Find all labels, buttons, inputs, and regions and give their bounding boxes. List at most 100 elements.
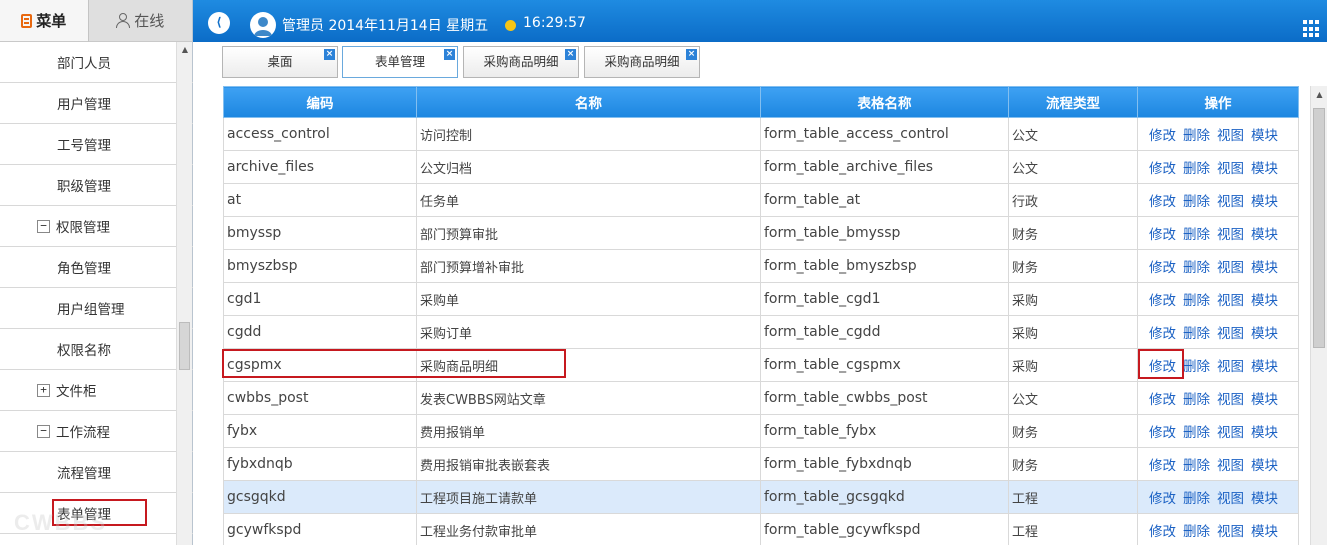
edit-link[interactable]: 修改 [1149,491,1176,507]
table-row[interactable]: at 任务单 form_table_at 行政 修改 删除 视图 模块 [223,183,1299,217]
edit-link[interactable]: 修改 [1149,326,1176,342]
delete-link[interactable]: 删除 [1183,326,1210,342]
table-row[interactable]: fybx 费用报销单 form_table_fybx 财务 修改 删除 视图 模块 [223,414,1299,448]
delete-link[interactable]: 删除 [1183,194,1210,210]
view-link[interactable]: 视图 [1217,524,1244,540]
view-link[interactable]: 视图 [1217,392,1244,408]
module-link[interactable]: 模块 [1251,326,1278,342]
page-tab[interactable]: 采购商品明细 × [584,46,700,78]
close-tab-icon[interactable]: × [686,49,697,60]
column-header-flow-type[interactable]: 流程类型 [1008,86,1138,118]
delete-link[interactable]: 删除 [1183,359,1210,375]
sidebar-item[interactable]: 用户管理 [0,83,193,124]
scroll-up-arrow-icon[interactable]: ▲ [177,42,193,58]
sidebar-scroll-thumb[interactable] [179,322,190,370]
view-link[interactable]: 视图 [1217,458,1244,474]
module-link[interactable]: 模块 [1251,260,1278,276]
delete-link[interactable]: 删除 [1183,260,1210,276]
view-link[interactable]: 视图 [1217,260,1244,276]
edit-link[interactable]: 修改 [1149,128,1176,144]
column-header-code[interactable]: 编码 [223,86,417,118]
collapse-sidebar-button[interactable]: ⟨ [208,12,230,34]
module-link[interactable]: 模块 [1251,293,1278,309]
module-link[interactable]: 模块 [1251,425,1278,441]
delete-link[interactable]: 删除 [1183,161,1210,177]
page-tab[interactable]: 桌面 × [222,46,338,78]
edit-link[interactable]: 修改 [1149,227,1176,243]
delete-link[interactable]: 删除 [1183,491,1210,507]
delete-link[interactable]: 删除 [1183,425,1210,441]
table-row[interactable]: cgd1 采购单 form_table_cgd1 采购 修改 删除 视图 模块 [223,282,1299,316]
edit-link[interactable]: 修改 [1149,524,1176,540]
tab-menu[interactable]: 菜单 [0,0,89,42]
view-link[interactable]: 视图 [1217,128,1244,144]
view-link[interactable]: 视图 [1217,491,1244,507]
edit-link[interactable]: 修改 [1149,293,1176,309]
delete-link[interactable]: 删除 [1183,293,1210,309]
page-tab[interactable]: 采购商品明细 × [463,46,579,78]
tab-online[interactable]: 在线 [88,0,192,42]
sidebar-item[interactable]: 部门人员 [0,42,193,83]
page-tab[interactable]: 表单管理 × [342,46,458,78]
content-scroll-thumb[interactable] [1313,108,1325,348]
column-header-name[interactable]: 名称 [416,86,761,118]
apps-grid-icon[interactable] [1303,20,1321,38]
sidebar-item[interactable]: − 权限管理 [0,206,193,247]
cell-code: gcsgqkd [223,480,417,514]
table-row[interactable]: gcsgqkd 工程项目施工请款单 form_table_gcsgqkd 工程 修改 删除… [223,480,1299,514]
edit-link[interactable]: 修改 [1149,458,1176,474]
module-link[interactable]: 模块 [1251,227,1278,243]
table-row[interactable]: fybxdnqb 费用报销审批表嵌套表 form_table_fybxdnqb 财务修… [223,447,1299,481]
table-row[interactable]: cwbbs_post 发表CWBBS网站文章 form_table_cwbbs_po… [223,381,1299,415]
sidebar-item[interactable]: − 工作流程 [0,411,193,452]
edit-link[interactable]: 修改 [1149,425,1176,441]
table-row[interactable]: cgdd 采购订单 form_table_cgdd 采购 修改 删除 视图 模块 [223,315,1299,349]
module-link[interactable]: 模块 [1251,524,1278,540]
edit-link[interactable]: 修改 [1149,392,1176,408]
edit-link[interactable]: 修改 [1149,194,1176,210]
module-link[interactable]: 模块 [1251,392,1278,408]
sidebar-scrollbar[interactable]: ▲ [176,42,192,545]
sidebar-item[interactable]: 职级管理 [0,165,193,206]
expand-icon[interactable]: + [37,383,50,397]
sidebar-item[interactable]: 流程管理 [0,452,193,493]
edit-link[interactable]: 修改 [1149,260,1176,276]
module-link[interactable]: 模块 [1251,194,1278,210]
sidebar-item[interactable]: + 文件柜 [0,370,193,411]
content-scrollbar[interactable]: ▲ [1310,86,1327,545]
delete-link[interactable]: 删除 [1183,227,1210,243]
close-tab-icon[interactable]: × [444,49,455,60]
close-tab-icon[interactable]: × [565,49,576,60]
module-link[interactable]: 模块 [1251,128,1278,144]
view-link[interactable]: 视图 [1217,161,1244,177]
delete-link[interactable]: 删除 [1183,128,1210,144]
module-link[interactable]: 模块 [1251,161,1278,177]
view-link[interactable]: 视图 [1217,293,1244,309]
scroll-up-arrow-icon[interactable]: ▲ [1311,86,1327,103]
sidebar-item[interactable]: 用户组管理 [0,288,193,329]
sidebar-item[interactable]: 角色管理 [0,247,193,288]
sidebar-item[interactable]: 工号管理 [0,124,193,165]
edit-link[interactable]: 修改 [1149,161,1176,177]
module-link[interactable]: 模块 [1251,359,1278,375]
table-row[interactable]: bmyszbsp 部门预算增补审批 form_table_bmyszbsp 财务 修改删… [223,249,1299,283]
sidebar-item[interactable]: 权限名称 [0,329,193,370]
module-link[interactable]: 模块 [1251,458,1278,474]
delete-link[interactable]: 删除 [1183,392,1210,408]
column-header-table-name[interactable]: 表格名称 [760,86,1009,118]
view-link[interactable]: 视图 [1217,425,1244,441]
table-row[interactable]: archive_files 公文归档 form_table_archive_file… [223,150,1299,184]
delete-link[interactable]: 删除 [1183,458,1210,474]
table-row[interactable]: access_control 访问控制 form_table_access_cont… [223,117,1299,151]
table-row[interactable]: bmyssp 部门预算审批 form_table_bmyssp 财务 修改 删除 视图 模块 [223,216,1299,250]
view-link[interactable]: 视图 [1217,194,1244,210]
close-tab-icon[interactable]: × [324,49,335,60]
view-link[interactable]: 视图 [1217,359,1244,375]
table-row[interactable]: gcywfkspd 工程业务付款审批单 form_table_gcywfkspd 工程… [223,513,1299,545]
view-link[interactable]: 视图 [1217,326,1244,342]
collapse-icon[interactable]: − [37,219,50,233]
view-link[interactable]: 视图 [1217,227,1244,243]
delete-link[interactable]: 删除 [1183,524,1210,540]
collapse-icon[interactable]: − [37,424,50,438]
module-link[interactable]: 模块 [1251,491,1278,507]
